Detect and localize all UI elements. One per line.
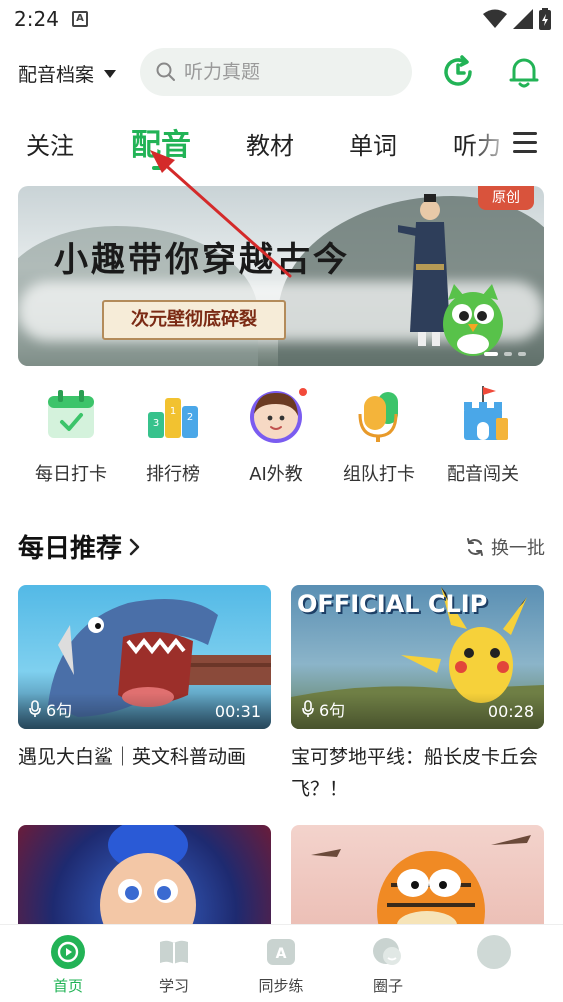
video-card[interactable]: OFFICIAL CLIP 6句 00:28 宝可梦地平线：船长皮卡丘会飞？！ — [291, 585, 544, 805]
entry-label: 配音闯关 — [447, 464, 519, 485]
wifi-icon — [483, 9, 507, 28]
active-tab-indicator — [152, 166, 166, 170]
entry-ai-teacher[interactable]: AI外教 — [221, 384, 331, 486]
promo-banner[interactable]: 小趣带你穿越古今 次元壁彻底碎裂 原创 — [18, 186, 544, 366]
sentence-count-label: 6句 — [319, 701, 346, 720]
category-tabs: 关注 配音 教材 单词 听力 — [0, 118, 563, 174]
nav-label: 同步练 — [258, 977, 304, 995]
app-notification-icon: A — [72, 11, 88, 27]
refresh-icon — [467, 538, 483, 556]
owl-mascot-image — [443, 284, 503, 356]
video-title: 遇见大白鲨｜英文科普动画 — [18, 746, 247, 768]
sentence-count: 6句 — [28, 697, 72, 721]
svg-text:2: 2 — [187, 412, 193, 423]
entry-label: 组队打卡 — [343, 464, 415, 485]
caret-down-icon — [104, 69, 117, 78]
tab-words[interactable]: 单词 — [349, 126, 397, 161]
refresh-button[interactable]: 换一批 — [465, 534, 545, 560]
search-input[interactable] — [184, 61, 384, 83]
banner-title: 小趣带你穿越古今 — [54, 240, 350, 280]
entry-team-checkin[interactable]: 组队打卡 — [324, 384, 434, 486]
notification-dot — [299, 388, 307, 396]
battery-icon — [539, 8, 551, 30]
nav-home[interactable]: 首页 — [28, 935, 108, 996]
entry-daily-checkin[interactable]: 每日打卡 — [16, 384, 126, 486]
status-time: 2:24 — [14, 7, 59, 31]
profile-avatar-icon — [477, 935, 511, 969]
tab-fade — [470, 118, 516, 174]
entry-dubbing-challenge[interactable]: 配音闯关 — [428, 384, 538, 486]
video-card[interactable]: 6句 00:31 遇见大白鲨｜英文科普动画 — [18, 585, 271, 773]
entry-label: 每日打卡 — [35, 464, 107, 485]
sync-practice-icon: A — [264, 935, 298, 969]
nav-profile[interactable] — [454, 935, 534, 975]
refresh-label: 换一批 — [491, 538, 545, 559]
profile-dropdown-label: 配音档案 — [18, 64, 95, 86]
video-thumbnail: 6句 00:31 — [18, 585, 271, 729]
nav-label: 学习 — [158, 977, 189, 995]
book-icon — [157, 935, 191, 969]
team-microphone-icon — [358, 392, 398, 442]
signal-icon — [513, 9, 533, 29]
banner-subtitle: 次元壁彻底碎裂 — [102, 300, 286, 340]
sentence-count: 6句 — [301, 697, 345, 721]
status-bar: 2:24 A — [0, 0, 563, 38]
banner-pagination — [484, 352, 526, 356]
entry-label: AI外教 — [249, 464, 303, 485]
quick-entries: 每日打卡 3 1 2 排行榜 AI外教 组队打卡 配音闯关 — [0, 384, 563, 494]
tab-follow[interactable]: 关注 — [26, 126, 74, 161]
search-bar[interactable] — [140, 48, 412, 96]
video-duration: 00:31 — [214, 702, 261, 721]
official-clip-text: OFFICIAL CLIP — [297, 590, 488, 618]
tab-dubbing[interactable]: 配音 — [131, 120, 191, 164]
svg-text:A: A — [276, 946, 287, 962]
chat-bubble-icon — [371, 935, 405, 969]
nav-label: 首页 — [52, 977, 83, 995]
history-icon[interactable] — [440, 54, 476, 90]
home-play-icon — [51, 935, 85, 969]
nav-sync-practice[interactable]: A 同步练 — [241, 935, 321, 996]
nav-circle[interactable]: 圈子 — [348, 935, 428, 996]
podium-icon: 3 1 2 — [148, 398, 198, 438]
svg-text:1: 1 — [170, 406, 176, 417]
menu-icon[interactable] — [513, 132, 537, 154]
svg-text:3: 3 — [153, 418, 159, 429]
video-thumbnail: OFFICIAL CLIP 6句 00:28 — [291, 585, 544, 729]
video-duration: 00:28 — [487, 702, 534, 721]
chevron-right-icon — [129, 538, 140, 555]
castle-flag-icon — [464, 386, 508, 440]
top-header: 配音档案 — [0, 44, 563, 100]
bottom-navigation: 首页 学习 A 同步练 圈子 — [0, 924, 563, 1002]
microphone-icon — [29, 700, 41, 717]
nav-study[interactable]: 学习 — [134, 935, 214, 996]
search-icon — [156, 62, 175, 81]
entry-label: 排行榜 — [146, 464, 200, 485]
daily-recommend-header: 每日推荐 换一批 — [18, 528, 545, 568]
bell-icon[interactable] — [506, 54, 542, 90]
entry-leaderboard[interactable]: 3 1 2 排行榜 — [118, 384, 228, 486]
section-title: 每日推荐 — [18, 534, 123, 564]
microphone-icon — [302, 700, 314, 717]
sentence-count-label: 6句 — [46, 701, 73, 720]
original-tag: 原创 — [478, 186, 534, 210]
nav-label: 圈子 — [372, 977, 403, 995]
video-title: 宝可梦地平线：船长皮卡丘会飞？！ — [291, 746, 539, 800]
tab-textbook[interactable]: 教材 — [246, 126, 294, 161]
ai-teacher-avatar-icon — [250, 391, 302, 443]
calendar-check-icon — [48, 390, 94, 438]
profile-dropdown[interactable]: 配音档案 — [18, 60, 117, 87]
